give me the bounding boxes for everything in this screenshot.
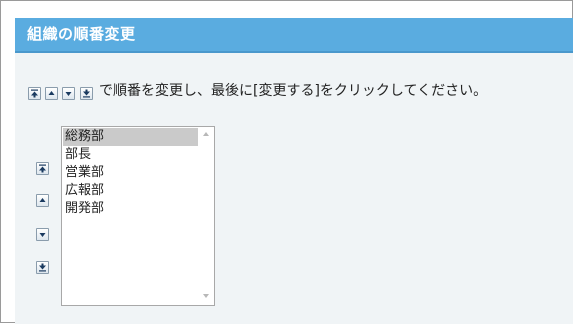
list-item[interactable]: 部長	[63, 146, 198, 164]
move-down-icon	[39, 233, 46, 237]
move-up-icon	[48, 91, 55, 95]
legend-move-bottom-button[interactable]	[80, 87, 93, 100]
legend-move-top-button[interactable]	[28, 87, 41, 100]
move-up-icon	[39, 198, 46, 202]
listbox-scrollbar[interactable]	[198, 127, 214, 305]
list-item[interactable]: 営業部	[63, 164, 198, 182]
scroll-down-button[interactable]	[198, 290, 214, 304]
section-header: 組織の順番変更	[15, 18, 573, 53]
move-down-icon	[65, 92, 72, 96]
list-item[interactable]: 開発部	[63, 200, 198, 218]
move-to-top-icon	[31, 89, 38, 98]
move-to-bottom-icon	[83, 89, 90, 98]
legend-move-up-button[interactable]	[45, 87, 58, 100]
list-item[interactable]: 広報部	[63, 182, 198, 200]
scroll-down-arrow-icon	[203, 294, 209, 298]
move-to-bottom-button[interactable]	[36, 261, 49, 274]
move-down-button[interactable]	[36, 228, 49, 241]
move-to-top-icon	[39, 164, 46, 173]
page-title: 組織の順番変更	[27, 25, 136, 43]
move-up-button[interactable]	[36, 194, 49, 207]
legend-move-down-button[interactable]	[62, 87, 75, 100]
list-item[interactable]: 総務部	[63, 128, 198, 146]
org-listbox[interactable]: 総務部 部長 営業部 広報部 開発部	[61, 126, 215, 306]
scroll-up-arrow-icon	[203, 132, 209, 136]
move-to-top-button[interactable]	[36, 162, 49, 175]
instruction-text: で順番を変更し、最後に[変更する]をクリックしてください。	[99, 83, 488, 99]
scroll-up-button[interactable]	[198, 128, 214, 142]
move-to-bottom-icon	[39, 263, 46, 272]
